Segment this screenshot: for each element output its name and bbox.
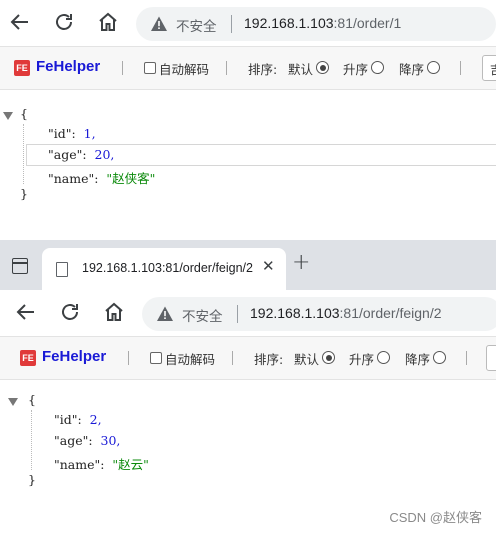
tab-actions-icon[interactable] (12, 258, 28, 274)
back-icon[interactable] (14, 300, 38, 324)
json-value: 30, (100, 433, 121, 448)
fehelper-divider (122, 61, 123, 75)
json-line: "id": 1, (48, 126, 96, 141)
warning-icon[interactable] (150, 15, 168, 33)
json-value: "赵侠客" (106, 171, 156, 186)
url-text: 192.168.1.103:81/order/feign/2 (250, 305, 442, 321)
address-bar[interactable]: 不安全 192.168.1.103:81/order/feign/2 (142, 297, 496, 331)
fehelper-logo-icon: FE (14, 60, 30, 76)
sort-asc-radio[interactable] (377, 351, 390, 364)
json-close-brace: } (20, 186, 28, 201)
fehelper-logo-icon: FE (20, 350, 36, 366)
fehelper-divider (128, 351, 129, 365)
sort-label: 排序: (248, 62, 278, 77)
url-host: 192.168.1.103 (250, 305, 340, 321)
omnibox-divider (237, 305, 238, 323)
collapse-toggle-icon[interactable] (3, 112, 13, 120)
sort-asc-label: 升序 (349, 352, 375, 367)
json-value: 20, (94, 147, 115, 162)
url-path: :81/order/1 (333, 15, 402, 31)
page-icon (56, 262, 68, 277)
autodecode-label: 自动解码 (159, 62, 210, 77)
sort-desc-radio[interactable] (433, 351, 446, 364)
sort-default-radio[interactable] (316, 61, 329, 74)
browser-window-order: 不安全 192.168.1.103:81/order/1 FE FeHelper… (0, 0, 496, 240)
sort-default-label: 默认 (288, 62, 314, 77)
browser-window-feign: 192.168.1.103:81/order/feign/2 ✕ + 不安全 1… (0, 240, 496, 536)
json-key: "name": (54, 457, 105, 472)
fehelper-title: FeHelper (36, 58, 101, 75)
tab-strip: 192.168.1.103:81/order/feign/2 ✕ + (0, 240, 496, 290)
autodecode-checkbox[interactable] (150, 352, 162, 364)
json-open-brace: { (20, 106, 28, 121)
reload-icon[interactable] (58, 300, 82, 324)
sort-asc-label: 升序 (343, 62, 369, 77)
json-value: "赵云" (112, 457, 149, 472)
json-line: "id": 2, (54, 412, 102, 427)
tab-title: 192.168.1.103:81/order/feign/2 (82, 261, 253, 275)
json-key: "id": (48, 126, 76, 141)
json-open-brace: { (28, 392, 36, 407)
collapse-toggle-icon[interactable] (8, 398, 18, 406)
fehelper-toolbar: FE FeHelper 自动解码 排序: 默认 升序 降序 吉 (0, 46, 496, 90)
fehelper-divider (466, 351, 467, 365)
json-key: "id": (54, 412, 82, 427)
json-close-brace: } (28, 472, 36, 487)
watermark: CSDN @赵侠客 (389, 510, 482, 525)
sort-default-label: 默认 (294, 352, 320, 367)
fehelper-more-button[interactable]: 吉 (482, 55, 496, 81)
autodecode-label: 自动解码 (165, 352, 216, 367)
new-tab-icon[interactable]: + (292, 250, 310, 275)
security-status: 不安全 (182, 309, 223, 325)
json-line: "age": 30, (54, 433, 120, 448)
sort-desc-label: 降序 (399, 62, 425, 77)
sort-desc-label: 降序 (405, 352, 431, 367)
indent-guide (23, 124, 24, 184)
home-icon[interactable] (96, 10, 120, 34)
back-icon[interactable] (8, 10, 32, 34)
json-key: "name": (48, 171, 99, 186)
home-icon[interactable] (102, 300, 126, 324)
fehelper-more-button[interactable] (486, 345, 496, 371)
json-line: "name": "赵云" (54, 454, 149, 473)
address-bar[interactable]: 不安全 192.168.1.103:81/order/1 (136, 7, 496, 41)
browser-toolbar: 不安全 192.168.1.103:81/order/feign/2 (0, 290, 496, 336)
warning-icon[interactable] (156, 305, 174, 323)
fehelper-divider (226, 61, 227, 75)
security-status: 不安全 (176, 19, 217, 35)
fehelper-divider (232, 351, 233, 365)
url-text: 192.168.1.103:81/order/1 (244, 15, 401, 31)
autodecode-checkbox[interactable] (144, 62, 156, 74)
json-value: 1, (83, 126, 96, 141)
url-path: :81/order/feign/2 (339, 305, 442, 321)
json-key: "age": (54, 433, 93, 448)
omnibox-divider (231, 15, 232, 33)
browser-toolbar: 不安全 192.168.1.103:81/order/1 (0, 0, 496, 46)
indent-guide (31, 410, 32, 470)
sort-default-radio[interactable] (322, 351, 335, 364)
json-line: "age": 20, (48, 147, 114, 162)
reload-icon[interactable] (52, 10, 76, 34)
sort-label: 排序: (254, 352, 284, 367)
sort-asc-radio[interactable] (371, 61, 384, 74)
sort-desc-radio[interactable] (427, 61, 440, 74)
fehelper-title: FeHelper (42, 348, 107, 365)
tab-active[interactable]: 192.168.1.103:81/order/feign/2 ✕ (42, 248, 286, 290)
fehelper-divider (460, 61, 461, 75)
json-value: 2, (89, 412, 102, 427)
url-host: 192.168.1.103 (244, 15, 334, 31)
close-tab-icon[interactable]: ✕ (262, 257, 275, 275)
json-line: "name": "赵侠客" (48, 168, 155, 187)
json-key: "age": (48, 147, 87, 162)
fehelper-toolbar: FE FeHelper 自动解码 排序: 默认 升序 降序 (0, 336, 496, 380)
